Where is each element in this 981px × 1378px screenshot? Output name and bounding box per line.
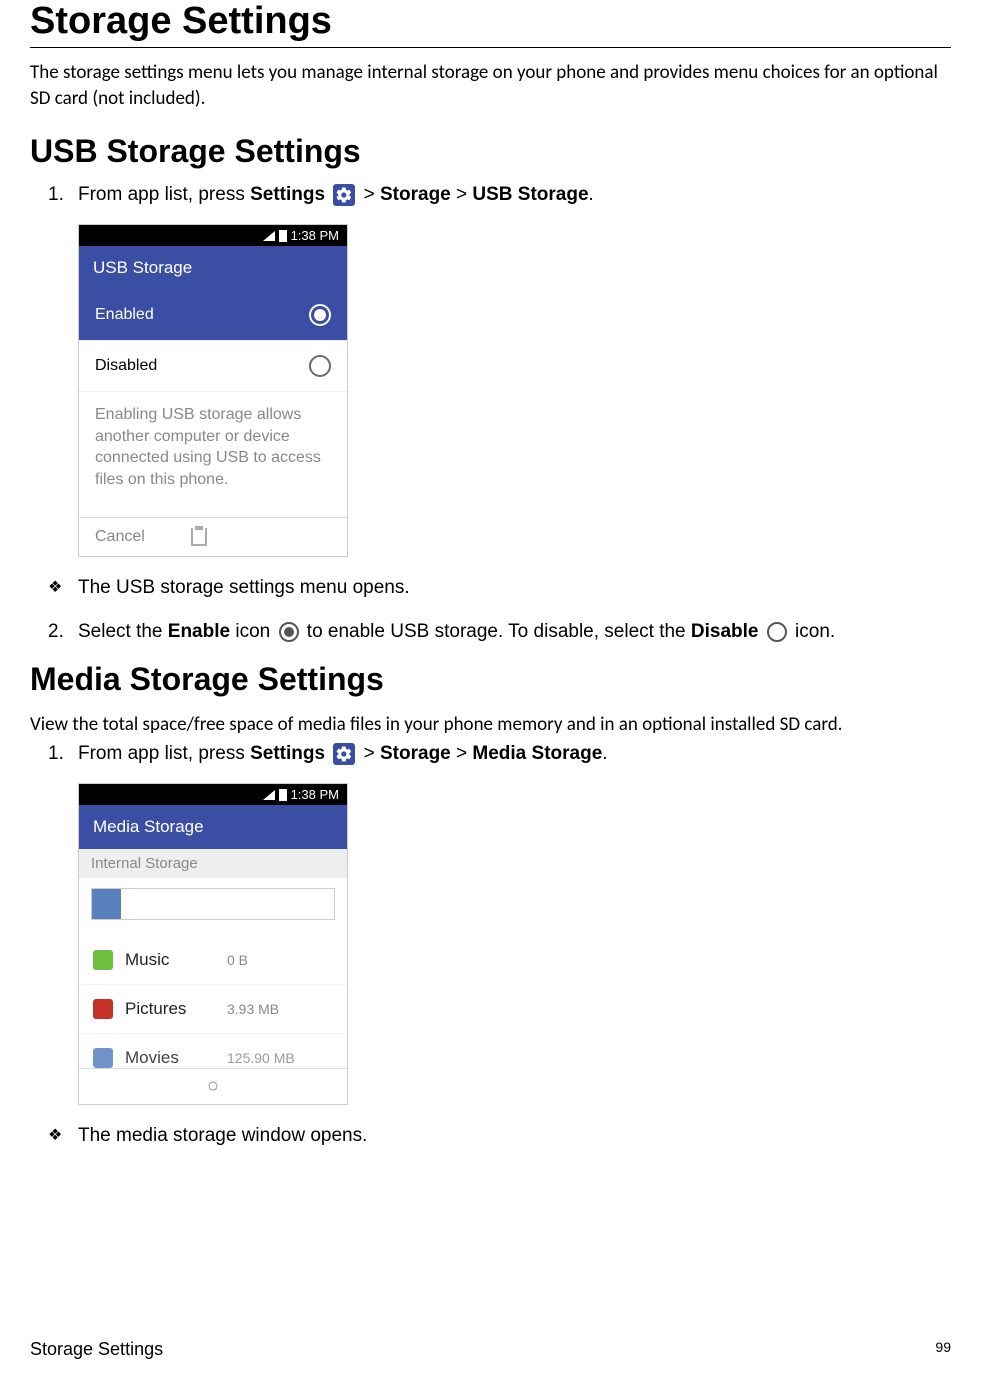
usb-disabled-row[interactable]: Disabled xyxy=(79,341,347,392)
music-swatch xyxy=(93,950,113,970)
disable-radio-icon xyxy=(767,622,787,642)
usb-explain-text: Enabling USB storage allows another comp… xyxy=(79,392,347,516)
media-phone-header: Media Storage xyxy=(79,805,347,849)
status-time: 1:38 PM xyxy=(291,787,339,802)
page-footer: Storage Settings 99 xyxy=(30,1339,951,1360)
media-step1-suf: . xyxy=(602,743,607,764)
usb-step-1: 1. From app list, press Settings > Stora… xyxy=(78,184,951,206)
usb-step1-suf: . xyxy=(589,184,594,205)
usb-step2-enable: Enable xyxy=(168,621,230,642)
pictures-row[interactable]: Pictures 3.93 MB xyxy=(79,985,347,1034)
usb-step2-prefix: Select the xyxy=(78,621,168,642)
usb-step1-settings: Settings xyxy=(250,184,325,205)
settings-icon xyxy=(333,743,355,765)
usb-step1-sep: > xyxy=(451,184,473,205)
music-label: Music xyxy=(125,950,215,970)
media-step1-ms: Media Storage xyxy=(472,743,602,764)
usb-step1-prefix: From app list, press xyxy=(78,184,250,205)
usb-step2-suf: icon. xyxy=(790,621,835,642)
pictures-value: 3.93 MB xyxy=(227,1001,279,1017)
usb-phone-footer: Cancel xyxy=(79,517,347,556)
media-step1-settings: Settings xyxy=(250,743,325,764)
storage-progress-bar xyxy=(91,888,335,920)
pictures-swatch xyxy=(93,999,113,1019)
phone-statusbar: 1:38 PM xyxy=(79,784,347,805)
usb-step1-usb: USB Storage xyxy=(472,184,588,205)
storage-progress-wrap xyxy=(79,878,347,936)
usb-step2-mid2: to enable USB storage. To disable, selec… xyxy=(302,621,691,642)
usb-disabled-label: Disabled xyxy=(95,357,157,375)
media-step1-prefix: From app list, press xyxy=(78,743,250,764)
radio-on-icon xyxy=(309,304,331,326)
media-storage-phone-screenshot: 1:38 PM Media Storage Internal Storage M… xyxy=(78,783,348,1105)
usb-step2-mid: icon xyxy=(230,621,275,642)
nav-home-button[interactable]: ○ xyxy=(79,1068,347,1104)
signal-icon xyxy=(263,231,275,241)
media-step1-sep: > xyxy=(451,743,473,764)
enable-radio-icon xyxy=(279,622,299,642)
status-time: 1:38 PM xyxy=(291,228,339,243)
usb-phone-header: USB Storage xyxy=(79,246,347,290)
pictures-label: Pictures xyxy=(125,999,215,1019)
section-media-heading: Media Storage Settings xyxy=(30,661,951,698)
usb-result-bullet: The USB storage settings menu opens. xyxy=(78,577,951,599)
cancel-button[interactable]: Cancel xyxy=(95,528,145,546)
movies-swatch xyxy=(93,1048,113,1068)
phone-statusbar: 1:38 PM xyxy=(79,225,347,246)
battery-icon xyxy=(279,230,287,242)
page-number: 99 xyxy=(935,1339,951,1360)
usb-step-2: 2. Select the Enable icon to enable USB … xyxy=(78,621,951,643)
music-row[interactable]: Music 0 B xyxy=(79,936,347,985)
footer-title: Storage Settings xyxy=(30,1339,163,1360)
signal-icon xyxy=(263,790,275,800)
media-step1-mid: > xyxy=(364,743,380,764)
media-intro-paragraph: View the total space/free space of media… xyxy=(30,712,951,738)
storage-used-segment xyxy=(92,889,121,919)
usb-storage-phone-screenshot: 1:38 PM USB Storage Enabled Disabled Ena… xyxy=(78,224,348,556)
intro-paragraph: The storage settings menu lets you manag… xyxy=(30,60,951,111)
movies-row[interactable]: Movies 125.90 MB xyxy=(79,1034,347,1068)
usb-step1-mid: > xyxy=(364,184,380,205)
music-value: 0 B xyxy=(227,952,248,968)
usb-step1-storage: Storage xyxy=(380,184,451,205)
usb-enabled-label: Enabled xyxy=(95,306,154,324)
settings-icon xyxy=(333,184,355,206)
usb-enabled-row[interactable]: Enabled xyxy=(79,290,347,341)
save-icon[interactable] xyxy=(191,528,207,546)
section-usb-heading: USB Storage Settings xyxy=(30,133,951,170)
media-result-bullet: The media storage window opens. xyxy=(78,1125,951,1147)
battery-icon xyxy=(279,789,287,801)
radio-off-icon xyxy=(309,355,331,377)
movies-value: 125.90 MB xyxy=(227,1050,295,1066)
internal-storage-subheader: Internal Storage xyxy=(79,849,347,878)
media-step-1: 1. From app list, press Settings > Stora… xyxy=(78,743,951,765)
media-step1-storage: Storage xyxy=(380,743,451,764)
page-title: Storage Settings xyxy=(30,0,951,48)
movies-label: Movies xyxy=(125,1048,215,1068)
usb-step2-disable: Disable xyxy=(691,621,759,642)
